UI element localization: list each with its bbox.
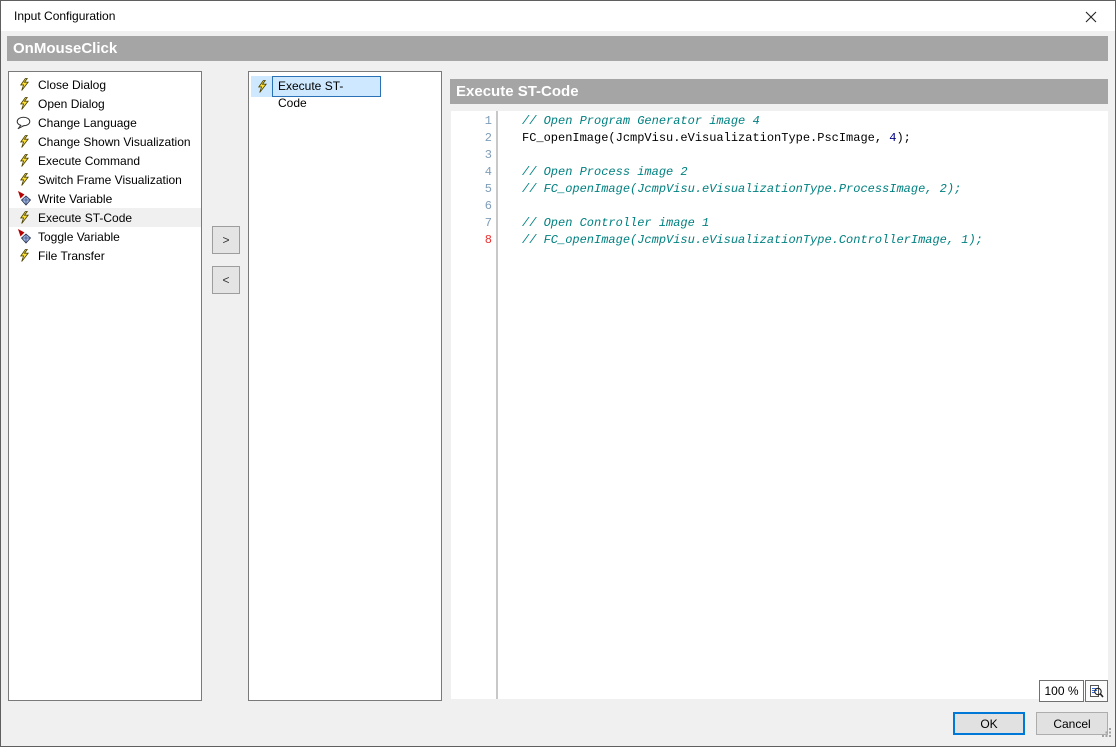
variable-icon	[16, 191, 31, 206]
action-item[interactable]: Change Language	[9, 113, 201, 132]
code-line-text: // Open Program Generator image 4	[498, 113, 760, 130]
code-line: 2 FC_openImage(JcmpVisu.eVisualizationTyp…	[451, 130, 1108, 147]
action-item[interactable]: Close Dialog	[9, 75, 201, 94]
remove-action-button[interactable]: <	[212, 266, 240, 294]
variable-icon	[16, 229, 31, 244]
code-line-text	[498, 147, 522, 164]
action-item[interactable]: File Transfer	[9, 246, 201, 265]
line-number: 7	[451, 215, 498, 232]
action-item[interactable]: Open Dialog	[9, 94, 201, 113]
code-line: 6	[451, 198, 1108, 215]
action-item-label: Change Shown Visualization	[38, 135, 191, 149]
code-lines: 1 // Open Program Generator image 4 2 FC_op…	[451, 113, 1108, 249]
code-line-text	[498, 198, 522, 215]
code-line-text: FC_openImage(JcmpVisu.eVisualizationType…	[498, 130, 911, 147]
line-number: 5	[451, 181, 498, 198]
action-item[interactable]: Switch Frame Visualization	[9, 170, 201, 189]
action-item-label: Write Variable	[38, 192, 112, 206]
code-segment-comment: // Open Process image 2	[522, 165, 688, 179]
lightning-icon	[16, 153, 31, 168]
code-line-text: // FC_openImage(JcmpVisu.eVisualizationT…	[498, 181, 961, 198]
selected-action-label: Execute ST-Code	[272, 76, 381, 97]
action-item-label: Execute Command	[38, 154, 140, 168]
lightning-icon	[16, 172, 31, 187]
action-item[interactable]: Change Shown Visualization	[9, 132, 201, 151]
code-line: 8 // FC_openImage(JcmpVisu.eVisualization…	[451, 232, 1108, 249]
action-item-label: Change Language	[38, 116, 137, 130]
code-line-text: // FC_openImage(JcmpVisu.eVisualizationT…	[498, 232, 983, 249]
window-title: Input Configuration	[14, 9, 115, 23]
code-segment-comment: // FC_openImage(JcmpVisu.eVisualizationT…	[522, 233, 983, 247]
ok-button[interactable]: OK	[953, 712, 1025, 735]
action-item[interactable]: Execute Command	[9, 151, 201, 170]
line-number: 2	[451, 130, 498, 147]
code-line: 7 // Open Controller image 1	[451, 215, 1108, 232]
line-number: 1	[451, 113, 498, 130]
action-item-label: Toggle Variable	[38, 230, 120, 244]
cancel-button[interactable]: Cancel	[1036, 712, 1108, 735]
gutter-separator	[496, 111, 498, 699]
action-item[interactable]: Toggle Variable	[9, 227, 201, 246]
editor-header: Execute ST-Code	[450, 79, 1108, 104]
action-item[interactable]: Write Variable	[9, 189, 201, 208]
event-header: OnMouseClick	[7, 36, 1108, 61]
document-magnifier-icon[interactable]	[1085, 680, 1108, 702]
code-line: 1 // Open Program Generator image 4	[451, 113, 1108, 130]
code-segment-comment: // Open Controller image 1	[522, 216, 709, 230]
add-action-button[interactable]: >	[212, 226, 240, 254]
speech-icon	[16, 115, 31, 130]
selected-action-item[interactable]: Execute ST-Code	[251, 76, 381, 97]
action-item-label: Switch Frame Visualization	[38, 173, 182, 187]
line-number: 6	[451, 198, 498, 215]
code-segment-code: FC_openImage(JcmpVisu.eVisualizationType…	[522, 131, 889, 145]
code-line: 4 // Open Process image 2	[451, 164, 1108, 181]
code-line: 3	[451, 147, 1108, 164]
code-line-text: // Open Process image 2	[498, 164, 688, 181]
line-number: 4	[451, 164, 498, 181]
code-segment-comment: // FC_openImage(JcmpVisu.eVisualizationT…	[522, 182, 961, 196]
action-item-label: Execute ST-Code	[38, 211, 132, 225]
lightning-icon	[16, 210, 31, 225]
lightning-icon	[254, 79, 269, 94]
lightning-icon	[16, 77, 31, 92]
lightning-icon	[16, 96, 31, 111]
lightning-icon	[16, 248, 31, 263]
close-icon[interactable]	[1081, 8, 1101, 26]
selected-actions-list[interactable]: Execute ST-Code	[248, 71, 442, 701]
line-number: 3	[451, 147, 498, 164]
available-actions-list[interactable]: Close Dialog Open Dialog Change Language Ch…	[8, 71, 202, 701]
action-item-label: File Transfer	[38, 249, 105, 263]
code-segment-comment: // Open Program Generator image 4	[522, 114, 760, 128]
code-segment-code: );	[896, 131, 910, 145]
st-code-editor[interactable]: 1 // Open Program Generator image 4 2 FC_op…	[451, 111, 1108, 699]
action-item-label: Close Dialog	[38, 78, 106, 92]
line-number-error: 8	[451, 232, 498, 249]
action-item[interactable]: Execute ST-Code	[9, 208, 201, 227]
lightning-icon	[16, 134, 31, 149]
title-bar: Input Configuration	[1, 1, 1115, 31]
code-line: 5 // FC_openImage(JcmpVisu.eVisualization…	[451, 181, 1108, 198]
action-item-label: Open Dialog	[38, 97, 105, 111]
zoom-level-field[interactable]: 100 %	[1039, 680, 1084, 702]
resize-grip[interactable]	[1102, 725, 1112, 743]
input-configuration-dialog: Input Configuration OnMouseClick Close D…	[0, 0, 1116, 747]
code-line-text: // Open Controller image 1	[498, 215, 709, 232]
